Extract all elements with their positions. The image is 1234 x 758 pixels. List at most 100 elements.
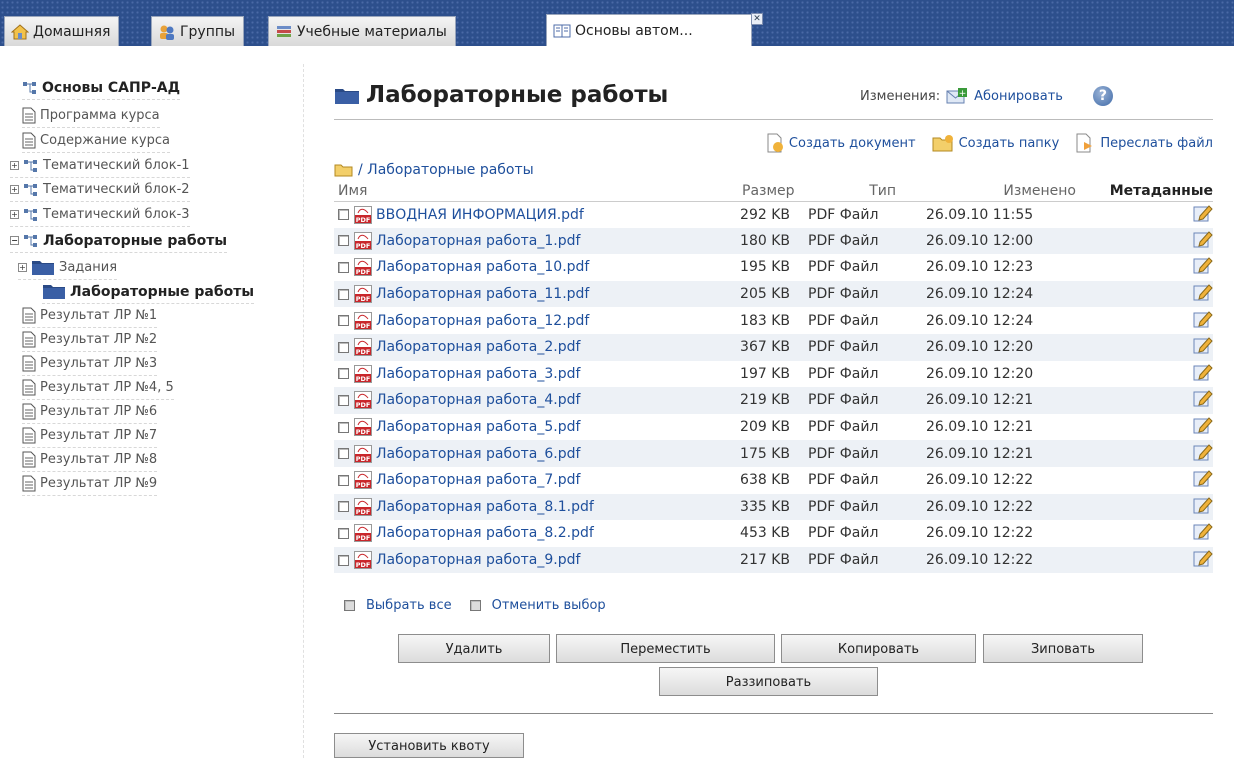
create-document-button[interactable]: Создать документ bbox=[766, 133, 916, 153]
file-link[interactable]: Лабораторная работа_7.pdf bbox=[376, 472, 580, 488]
table-row[interactable]: PDF Лабораторная работа_4.pdf 219 KB PDF Фа… bbox=[334, 387, 1213, 414]
file-link[interactable]: Лабораторная работа_3.pdf bbox=[376, 366, 580, 382]
tree-item[interactable]: Результат ЛР №7 bbox=[22, 424, 158, 448]
file-link[interactable]: Лабораторная работа_8.2.pdf bbox=[376, 525, 594, 541]
table-row[interactable]: PDF Лабораторная работа_3.pdf 197 KB PDF Фа… bbox=[334, 361, 1213, 388]
file-link[interactable]: Лабораторная работа_10.pdf bbox=[376, 259, 589, 275]
row-checkbox[interactable] bbox=[338, 368, 349, 380]
zip-button[interactable]: Зиповать bbox=[983, 634, 1143, 663]
edit-metadata-icon[interactable] bbox=[1193, 443, 1213, 461]
expand-icon[interactable]: + bbox=[10, 161, 19, 170]
file-link[interactable]: Лабораторная работа_11.pdf bbox=[376, 286, 589, 302]
file-link[interactable]: Лабораторная работа_8.1.pdf bbox=[376, 499, 594, 515]
tree-item[interactable]: Результат ЛР №2 bbox=[22, 328, 158, 352]
edit-metadata-icon[interactable] bbox=[1193, 283, 1213, 301]
close-icon[interactable]: ✕ bbox=[751, 13, 763, 25]
row-checkbox[interactable] bbox=[338, 261, 349, 273]
tab-groups[interactable]: Группы bbox=[151, 16, 245, 46]
edit-metadata-icon[interactable] bbox=[1193, 469, 1213, 487]
col-type[interactable]: Тип bbox=[804, 181, 900, 202]
deselect-checkbox-icon[interactable] bbox=[469, 600, 481, 611]
file-link[interactable]: Лабораторная работа_6.pdf bbox=[376, 446, 580, 462]
file-link[interactable]: Лабораторная работа_9.pdf bbox=[376, 552, 580, 568]
row-checkbox[interactable] bbox=[338, 394, 349, 406]
col-name[interactable]: Имя bbox=[334, 181, 714, 202]
file-link[interactable]: Лабораторная работа_4.pdf bbox=[376, 392, 580, 408]
row-checkbox[interactable] bbox=[338, 341, 349, 353]
tree-item[interactable]: Лабораторные работы bbox=[42, 280, 255, 304]
breadcrumb-link[interactable]: / Лабораторные работы bbox=[358, 162, 534, 178]
select-all-link[interactable]: Выбрать все bbox=[366, 598, 452, 613]
edit-metadata-icon[interactable] bbox=[1193, 522, 1213, 540]
tree-item[interactable]: Программа курса bbox=[22, 104, 160, 128]
file-link[interactable]: Лабораторная работа_5.pdf bbox=[376, 419, 580, 435]
col-modified[interactable]: Изменено bbox=[900, 181, 1080, 202]
copy-button[interactable]: Копировать bbox=[781, 634, 976, 663]
row-checkbox[interactable] bbox=[338, 448, 349, 460]
send-file-button[interactable]: Переслать файл bbox=[1075, 133, 1213, 153]
table-row[interactable]: PDF ВВОДНАЯ ИНФОРМАЦИЯ.pdf 292 KB PDF Файл 2… bbox=[334, 201, 1213, 228]
tree-item[interactable]: + Тематический блок-1 bbox=[10, 154, 190, 178]
row-checkbox[interactable] bbox=[338, 235, 349, 247]
deselect-link[interactable]: Отменить выбор bbox=[492, 598, 606, 613]
table-row[interactable]: PDF Лабораторная работа_8.1.pdf 335 KB PDF … bbox=[334, 493, 1213, 521]
edit-metadata-icon[interactable] bbox=[1193, 336, 1213, 354]
row-checkbox[interactable] bbox=[338, 288, 349, 300]
tree-item[interactable]: Результат ЛР №6 bbox=[22, 400, 158, 424]
col-size[interactable]: Размер bbox=[714, 181, 804, 202]
expand-icon[interactable]: + bbox=[18, 263, 27, 272]
file-link[interactable]: Лабораторная работа_12.pdf bbox=[376, 313, 589, 329]
tree-item[interactable]: + Задания bbox=[18, 256, 118, 280]
row-checkbox[interactable] bbox=[338, 527, 349, 539]
row-checkbox[interactable] bbox=[338, 554, 349, 566]
tree-item[interactable]: Результат ЛР №8 bbox=[22, 448, 158, 472]
file-link[interactable]: ВВОДНАЯ ИНФОРМАЦИЯ.pdf bbox=[376, 207, 584, 223]
table-row[interactable]: PDF Лабораторная работа_10.pdf 195 KB PDF Ф… bbox=[334, 254, 1213, 281]
edit-metadata-icon[interactable] bbox=[1193, 230, 1213, 248]
table-row[interactable]: PDF Лабораторная работа_6.pdf 175 KB PDF Фа… bbox=[334, 440, 1213, 467]
tree-item[interactable]: Результат ЛР №3 bbox=[22, 352, 158, 376]
row-checkbox[interactable] bbox=[338, 501, 349, 513]
row-checkbox[interactable] bbox=[338, 315, 349, 327]
tree-item[interactable]: Основы САПР-АД bbox=[22, 76, 181, 100]
row-checkbox[interactable] bbox=[338, 209, 349, 221]
tree-item[interactable]: + Тематический блок-2 bbox=[10, 178, 190, 202]
tab-home[interactable]: Домашняя bbox=[4, 16, 120, 46]
tree-item[interactable]: Результат ЛР №4, 5 bbox=[22, 376, 174, 400]
move-button[interactable]: Переместить bbox=[556, 634, 775, 663]
help-icon[interactable]: ? bbox=[1092, 86, 1113, 106]
file-link[interactable]: Лабораторная работа_1.pdf bbox=[376, 233, 580, 249]
edit-metadata-icon[interactable] bbox=[1193, 256, 1213, 274]
tree-item[interactable]: + Тематический блок-3 bbox=[10, 203, 190, 227]
edit-metadata-icon[interactable] bbox=[1193, 310, 1213, 328]
unzip-button[interactable]: Раззиповать bbox=[659, 667, 878, 696]
set-quota-button[interactable]: Установить квоту bbox=[334, 733, 524, 758]
expand-icon[interactable]: + bbox=[10, 185, 19, 194]
edit-metadata-icon[interactable] bbox=[1193, 496, 1213, 514]
expand-icon[interactable]: + bbox=[10, 210, 19, 219]
collapse-icon[interactable]: − bbox=[10, 236, 19, 245]
table-row[interactable]: PDF Лабораторная работа_2.pdf 367 KB PDF Фа… bbox=[334, 333, 1213, 361]
row-checkbox[interactable] bbox=[338, 474, 349, 486]
delete-button[interactable]: Удалить bbox=[398, 634, 550, 663]
edit-metadata-icon[interactable] bbox=[1193, 389, 1213, 407]
tree-item[interactable]: Результат ЛР №1 bbox=[22, 304, 158, 328]
table-row[interactable]: PDF Лабораторная работа_11.pdf 205 KB PDF Ф… bbox=[334, 280, 1213, 308]
edit-metadata-icon[interactable] bbox=[1193, 363, 1213, 381]
tree-item[interactable]: Содержание курса bbox=[22, 129, 170, 153]
table-row[interactable]: PDF Лабораторная работа_7.pdf 638 KB PDF Фа… bbox=[334, 467, 1213, 494]
file-link[interactable]: Лабораторная работа_2.pdf bbox=[376, 339, 580, 355]
tree-item[interactable]: − Лабораторные работы bbox=[10, 229, 228, 253]
edit-metadata-icon[interactable] bbox=[1193, 549, 1213, 567]
row-checkbox[interactable] bbox=[338, 421, 349, 433]
table-row[interactable]: PDF Лабораторная работа_1.pdf 180 KB PDF Фа… bbox=[334, 227, 1213, 255]
tree-item[interactable]: Результат ЛР №9 bbox=[22, 472, 158, 496]
create-folder-button[interactable]: Создать папку bbox=[932, 133, 1059, 153]
table-row[interactable]: PDF Лабораторная работа_9.pdf 217 KB PDF Фа… bbox=[334, 546, 1213, 574]
table-row[interactable]: PDF Лабораторная работа_12.pdf 183 KB PDF Ф… bbox=[334, 307, 1213, 334]
tab-learning-materials[interactable]: Учебные материалы bbox=[268, 16, 456, 46]
edit-metadata-icon[interactable] bbox=[1193, 204, 1213, 222]
table-row[interactable]: PDF Лабораторная работа_8.2.pdf 453 KB PDF … bbox=[334, 520, 1213, 547]
tab-course-active[interactable]: Основы автом... ✕ bbox=[546, 13, 763, 46]
select-all-checkbox-icon[interactable] bbox=[344, 600, 355, 611]
